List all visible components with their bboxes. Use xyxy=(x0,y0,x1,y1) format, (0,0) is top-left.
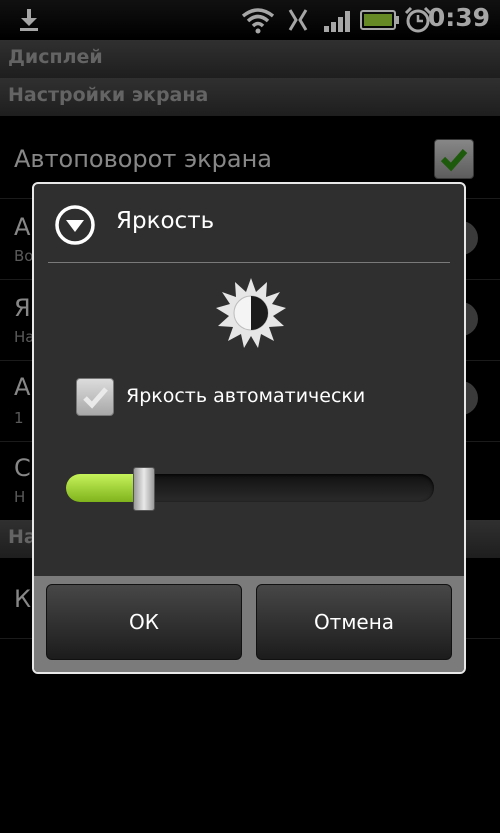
auto-brightness-label: Яркость автоматически xyxy=(126,385,366,407)
checkmark-icon xyxy=(83,387,108,409)
dialog-title: Яркость xyxy=(116,208,215,234)
brightness-slider-fill xyxy=(66,474,144,502)
brightness-slider-thumb[interactable] xyxy=(133,467,156,511)
dialog-header: Яркость xyxy=(34,184,464,264)
auto-brightness-checkbox[interactable] xyxy=(76,378,114,416)
cancel-button[interactable]: Отмена xyxy=(256,584,452,660)
ok-button[interactable]: ОК xyxy=(46,584,242,660)
dialog-button-bar: ОК Отмена xyxy=(34,576,464,672)
dialog-divider xyxy=(48,262,450,263)
brightness-dialog: Яркость Яркость автоматически ОК Отмена xyxy=(32,182,466,674)
brightness-sun-icon xyxy=(216,278,286,348)
dropdown-circle-icon xyxy=(55,205,95,245)
brightness-slider[interactable] xyxy=(66,467,434,511)
